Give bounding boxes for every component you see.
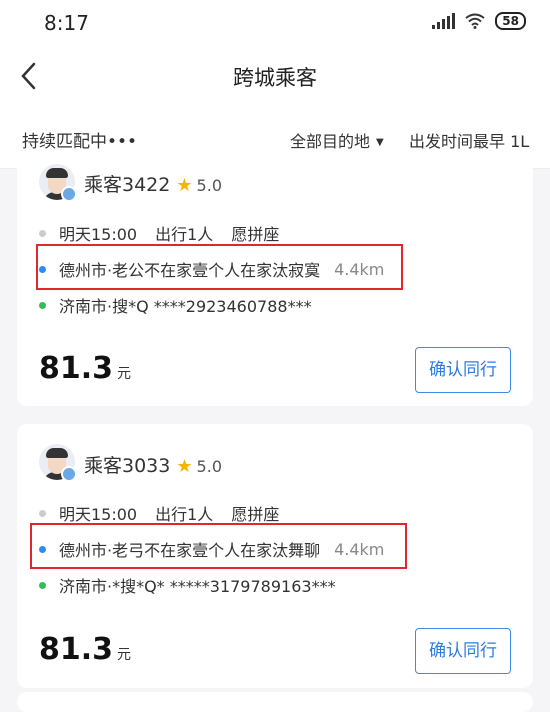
- destination-dot-icon: [39, 581, 46, 589]
- price: 81.3 元: [39, 351, 131, 386]
- matching-status: 持续匹配中•••: [22, 132, 138, 152]
- origin-dot-icon: [39, 545, 46, 553]
- caret-down-icon: ▼: [376, 137, 384, 148]
- nav-bar: 跨城乘客: [0, 48, 550, 110]
- carpool-preference: 愿拼座: [231, 505, 280, 524]
- passenger-name-row: 乘客3033 ★ 5.0: [84, 451, 222, 478]
- destination-filter-label: 全部目的地: [290, 132, 371, 151]
- price-value: 81.3: [39, 632, 114, 667]
- origin-distance: 4.4km: [334, 259, 385, 279]
- verified-icon: [61, 186, 77, 202]
- origin-row: 德州市·老公不在家壹个人在家汰寂寞 4.4km: [39, 257, 384, 281]
- departure-time: 明天15:00: [59, 225, 138, 244]
- destination-dot-icon: [39, 301, 46, 309]
- passenger-name-row: 乘客3422 ★ 5.0: [84, 170, 222, 197]
- passenger-name: 乘客3422: [84, 174, 171, 196]
- rating: 5.0: [196, 457, 222, 476]
- wifi-icon: [465, 13, 485, 29]
- passenger-card[interactable]: 乘客3033 ★ 5.0 明天15:00 出行1人 愿拼座 德州市·老弓不在家壹个…: [17, 424, 533, 688]
- sort-filter[interactable]: 出发时间最早 1L: [409, 128, 550, 152]
- rating: 5.0: [196, 176, 222, 195]
- price-value: 81.3: [39, 351, 114, 386]
- passenger-name: 乘客3033: [84, 455, 171, 477]
- destination-row: 济南市·*搜*Q* *****3179789163***: [39, 573, 336, 597]
- price: 81.3 元: [39, 632, 131, 667]
- battery-icon: 58: [495, 12, 526, 30]
- carpool-preference: 愿拼座: [231, 225, 280, 244]
- passenger-count: 出行1人: [155, 225, 214, 244]
- status-time: 8:17: [44, 11, 89, 35]
- origin-row: 德州市·老弓不在家壹个人在家汰舞聊 4.4km: [39, 537, 384, 561]
- price-unit: 元: [117, 647, 132, 663]
- passenger-card[interactable]: 乘客3422 ★ 5.0 明天15:00 出行1人 愿拼座 德州市·老公不在家壹个…: [17, 158, 533, 406]
- departure-time: 明天15:00: [59, 505, 138, 524]
- verified-icon: [61, 466, 77, 482]
- destination-address: 济南市·搜*Q ****2923460788***: [59, 297, 312, 316]
- destination-row: 济南市·搜*Q ****2923460788***: [39, 293, 312, 317]
- origin-dot-icon: [39, 265, 46, 273]
- confirm-ride-button[interactable]: 确认同行: [415, 347, 511, 393]
- page-title: 跨城乘客: [233, 66, 317, 90]
- signal-icon: [432, 13, 456, 29]
- price-unit: 元: [117, 366, 132, 382]
- origin-address: 德州市·老公不在家壹个人在家汰寂寞: [59, 261, 321, 280]
- star-icon: ★: [176, 175, 193, 196]
- time-dot-icon: [39, 509, 46, 517]
- status-icons: 58: [432, 12, 526, 30]
- trip-info-row: 明天15:00 出行1人 愿拼座: [39, 221, 279, 245]
- destination-filter[interactable]: 全部目的地 ▼: [290, 128, 384, 152]
- time-dot-icon: [39, 229, 46, 237]
- status-bar: 8:17 58: [0, 0, 550, 48]
- origin-address: 德州市·老弓不在家壹个人在家汰舞聊: [59, 541, 321, 560]
- origin-distance: 4.4km: [334, 539, 385, 559]
- destination-address: 济南市·*搜*Q* *****3179789163***: [59, 577, 336, 596]
- confirm-ride-button[interactable]: 确认同行: [415, 628, 511, 674]
- passenger-card-partial: [17, 692, 533, 712]
- trip-info-row: 明天15:00 出行1人 愿拼座: [39, 501, 279, 525]
- passenger-count: 出行1人: [155, 505, 214, 524]
- star-icon: ★: [176, 456, 193, 477]
